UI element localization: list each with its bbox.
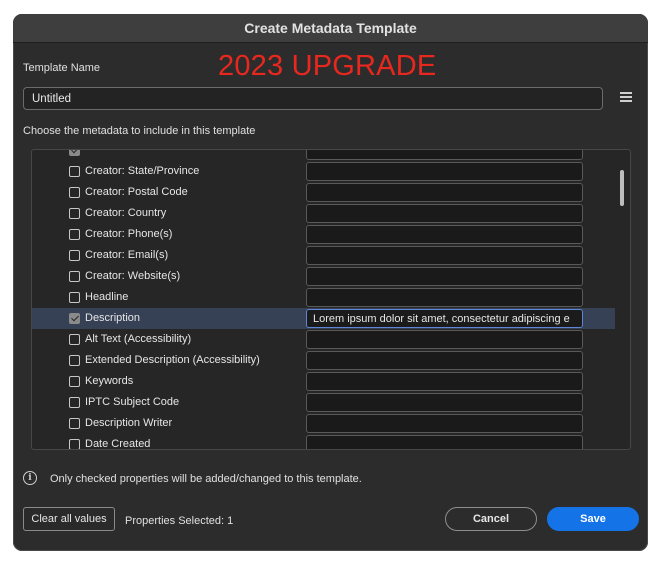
metadata-row[interactable]: Creator: Website(s) — [32, 266, 615, 287]
metadata-row[interactable]: Description — [32, 308, 615, 329]
choose-metadata-label: Choose the metadata to include in this t… — [23, 125, 256, 137]
clear-all-values-button[interactable]: Clear all values — [23, 507, 115, 531]
metadata-value-input[interactable] — [306, 162, 583, 181]
metadata-row-label: Creator: Email(s) — [85, 249, 169, 261]
metadata-value-input[interactable] — [306, 288, 583, 307]
info-circle-icon: i — [23, 471, 37, 485]
metadata-value-input[interactable] — [306, 183, 583, 202]
metadata-row[interactable]: Creator: Postal Code — [32, 182, 615, 203]
metadata-checkbox[interactable] — [69, 150, 80, 156]
metadata-row-label: Date Created — [85, 438, 151, 450]
metadata-row-label: Creator: Postal Code — [85, 186, 188, 198]
metadata-value-input[interactable] — [306, 393, 583, 412]
metadata-checkbox[interactable] — [69, 250, 80, 261]
create-metadata-template-dialog: Create Metadata Template 2023 UPGRADE Te… — [13, 14, 648, 551]
metadata-row[interactable]: Creator: Phone(s) — [32, 224, 615, 245]
metadata-checkbox[interactable] — [69, 355, 80, 366]
list-scrollbar[interactable] — [620, 170, 624, 206]
metadata-value-input[interactable] — [306, 330, 583, 349]
metadata-row[interactable]: Creator: Email(s) — [32, 245, 615, 266]
metadata-checkbox[interactable] — [69, 208, 80, 219]
metadata-row-label: Alt Text (Accessibility) — [85, 333, 192, 345]
metadata-row[interactable] — [32, 150, 615, 161]
metadata-checkbox[interactable] — [69, 229, 80, 240]
metadata-checkbox[interactable] — [69, 271, 80, 282]
cancel-button[interactable]: Cancel — [445, 507, 537, 531]
metadata-checkbox[interactable] — [69, 376, 80, 387]
metadata-checkbox[interactable] — [69, 418, 80, 429]
metadata-row-label: Extended Description (Accessibility) — [85, 354, 260, 366]
template-name-label: Template Name — [23, 62, 101, 74]
metadata-row-label: Creator: Country — [85, 207, 167, 219]
metadata-checkbox[interactable] — [69, 166, 80, 177]
metadata-row[interactable]: Headline — [32, 287, 615, 308]
metadata-value-input[interactable] — [306, 351, 583, 370]
metadata-checkbox[interactable] — [69, 187, 80, 198]
metadata-value-input[interactable] — [306, 150, 583, 160]
save-button[interactable]: Save — [547, 507, 639, 531]
metadata-row-label: Keywords — [85, 375, 134, 387]
metadata-value-input[interactable] — [306, 309, 583, 328]
metadata-row[interactable]: Keywords — [32, 371, 615, 392]
properties-selected-count: Properties Selected: 1 — [125, 515, 234, 527]
template-name-input[interactable] — [23, 87, 603, 110]
metadata-value-input[interactable] — [306, 414, 583, 433]
metadata-value-input[interactable] — [306, 435, 583, 449]
metadata-checkbox[interactable] — [69, 397, 80, 408]
metadata-row-label: Creator: State/Province — [85, 165, 200, 177]
metadata-row-label: Creator: Website(s) — [85, 270, 181, 282]
metadata-row[interactable]: Date Created — [32, 434, 615, 450]
metadata-checkbox[interactable] — [69, 292, 80, 303]
metadata-value-input[interactable] — [306, 225, 583, 244]
hamburger-menu-icon[interactable] — [620, 92, 632, 102]
metadata-row-label: Headline — [85, 291, 129, 303]
metadata-row[interactable]: Extended Description (Accessibility) — [32, 350, 615, 371]
metadata-row[interactable]: Creator: Country — [32, 203, 615, 224]
metadata-value-input[interactable] — [306, 246, 583, 265]
metadata-checkbox[interactable] — [69, 439, 80, 449]
metadata-value-input[interactable] — [306, 204, 583, 223]
info-text: Only checked properties will be added/ch… — [50, 473, 362, 485]
dialog-titlebar: Create Metadata Template — [13, 14, 648, 43]
metadata-row[interactable]: Creator: State/Province — [32, 161, 615, 182]
metadata-row[interactable]: Alt Text (Accessibility) — [32, 329, 615, 350]
metadata-row[interactable]: IPTC Subject Code — [32, 392, 615, 413]
metadata-row-label: Creator: Phone(s) — [85, 228, 173, 240]
upgrade-overlay-text: 2023 UPGRADE — [218, 50, 437, 82]
metadata-row-label: IPTC Subject Code — [85, 396, 180, 408]
metadata-checkbox[interactable] — [69, 313, 80, 324]
metadata-value-input[interactable] — [306, 372, 583, 391]
metadata-row-label: Description Writer — [85, 417, 173, 429]
dialog-title: Create Metadata Template — [244, 20, 417, 36]
metadata-value-input[interactable] — [306, 267, 583, 286]
metadata-checkbox[interactable] — [69, 334, 80, 345]
metadata-list[interactable]: Date Created Description Writer IPTC Subje… — [31, 149, 631, 450]
metadata-row-label: Description — [85, 312, 141, 324]
metadata-row[interactable]: Description Writer — [32, 413, 615, 434]
